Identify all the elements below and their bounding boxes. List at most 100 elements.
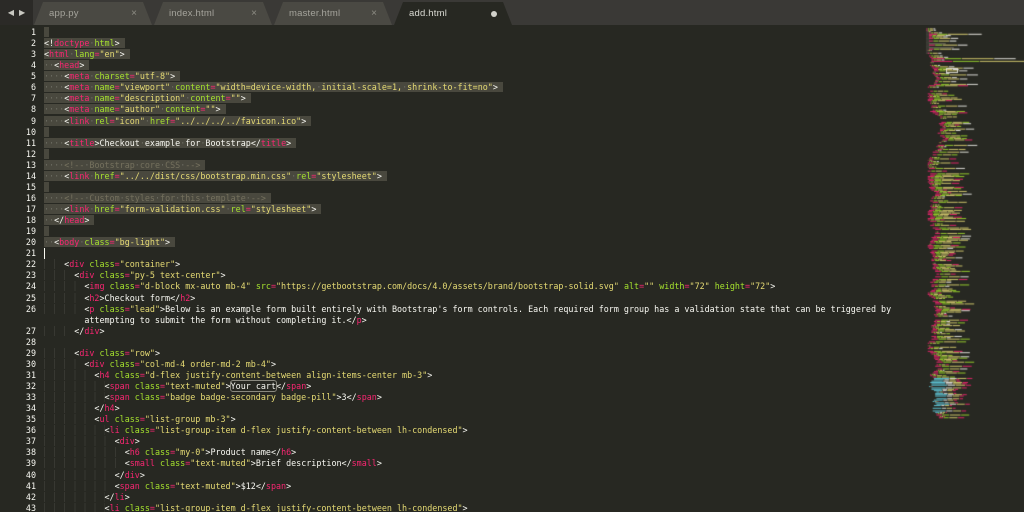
line-number[interactable]: 17 bbox=[0, 204, 36, 215]
line-number[interactable]: 20 bbox=[0, 237, 36, 248]
line-number[interactable]: 10 bbox=[0, 127, 36, 138]
code-row: ····<link·href="../../dist/css/bootstrap… bbox=[44, 171, 924, 182]
code-row: <span class="text-muted">$12</span> bbox=[44, 481, 924, 492]
code-row bbox=[44, 149, 924, 160]
code-row: ····<link·href="form-validation.css"·rel… bbox=[44, 204, 924, 215]
line-number[interactable]: 9 bbox=[0, 116, 36, 127]
code-row: ····<!--·Bootstrap·core·CSS·--> bbox=[44, 160, 924, 171]
line-number[interactable]: 23 bbox=[0, 270, 36, 281]
code-row: ····<title>Checkout·example·for·Bootstra… bbox=[44, 138, 924, 149]
line-number[interactable]: 3 bbox=[0, 49, 36, 60]
code-row: ··<body·class="bg-light"> bbox=[44, 237, 924, 248]
code-row: ····<meta·name="description"·content=""> bbox=[44, 93, 924, 104]
line-number[interactable]: 11 bbox=[0, 138, 36, 149]
tab-label: master.html bbox=[289, 8, 371, 19]
code-row: <div class="container"> bbox=[44, 259, 924, 270]
tab-strip: app.py × index.html × master.html × add.… bbox=[34, 0, 514, 25]
code-row: </div> bbox=[44, 470, 924, 481]
line-number[interactable]: 21 bbox=[0, 248, 36, 259]
line-number[interactable]: 2 bbox=[0, 38, 36, 49]
line-number[interactable]: 4 bbox=[0, 60, 36, 71]
line-number[interactable]: 28 bbox=[0, 337, 36, 348]
code-row: <small class="text-muted">Brief descript… bbox=[44, 458, 924, 469]
line-number[interactable]: 15 bbox=[0, 182, 36, 193]
line-number[interactable]: 36 bbox=[0, 425, 36, 436]
line-number[interactable]: 26 bbox=[0, 304, 36, 315]
modified-dot-icon bbox=[491, 11, 497, 17]
line-number[interactable]: 5 bbox=[0, 71, 36, 82]
tab-close-icon[interactable]: × bbox=[131, 8, 137, 19]
line-number[interactable]: 33 bbox=[0, 392, 36, 403]
code-row: <p class="lead">Below is an example form… bbox=[44, 304, 924, 315]
line-number[interactable]: 12 bbox=[0, 149, 36, 160]
code-row: <span class="badge badge-secondary badge… bbox=[44, 392, 924, 403]
tab-index-html[interactable]: index.html × bbox=[154, 2, 272, 25]
code-row bbox=[44, 248, 924, 259]
code-editor[interactable]: 1234567891011121314151617181920212223242… bbox=[0, 25, 1024, 512]
code-row: <ul class="list-group mb-3"> bbox=[44, 414, 924, 425]
tab-bar: ◀ ▶ app.py × index.html × master.html × … bbox=[0, 0, 1024, 25]
code-row: ····<meta·name="viewport"·content="width… bbox=[44, 82, 924, 93]
line-number[interactable]: 8 bbox=[0, 104, 36, 115]
line-number[interactable]: 16 bbox=[0, 193, 36, 204]
tab-add-html[interactable]: add.html bbox=[394, 2, 512, 25]
code-row: <img class="d-block mx-auto mb-4" src="h… bbox=[44, 281, 924, 292]
line-number[interactable]: 6 bbox=[0, 82, 36, 93]
code-row: ····<meta·name="author"·content=""> bbox=[44, 104, 924, 115]
line-number[interactable]: 43 bbox=[0, 503, 36, 512]
line-number[interactable]: 24 bbox=[0, 281, 36, 292]
line-number[interactable]: 40 bbox=[0, 470, 36, 481]
minimap[interactable] bbox=[925, 27, 1024, 512]
tab-label: add.html bbox=[409, 8, 491, 19]
line-number[interactable]: 42 bbox=[0, 492, 36, 503]
line-number[interactable]: 34 bbox=[0, 403, 36, 414]
code-row: ····<!--·Custom·styles·for·this·template… bbox=[44, 193, 924, 204]
code-content[interactable]: <!doctype·html> <html·lang="en"> ··<head… bbox=[44, 27, 924, 512]
nav-back-icon[interactable]: ◀ bbox=[8, 8, 14, 17]
line-number[interactable]: 29 bbox=[0, 348, 36, 359]
line-number[interactable]: 22 bbox=[0, 259, 36, 270]
code-row bbox=[44, 182, 924, 193]
line-number[interactable]: 14 bbox=[0, 171, 36, 182]
code-row: </div> bbox=[44, 326, 924, 337]
line-number[interactable]: 25 bbox=[0, 293, 36, 304]
tab-master-html[interactable]: master.html × bbox=[274, 2, 392, 25]
line-number[interactable]: 41 bbox=[0, 481, 36, 492]
line-number[interactable]: 35 bbox=[0, 414, 36, 425]
code-row: <h6 class="my-0">Product name</h6> bbox=[44, 447, 924, 458]
line-number[interactable]: 39 bbox=[0, 458, 36, 469]
line-number[interactable]: 18 bbox=[0, 215, 36, 226]
line-number[interactable]: 19 bbox=[0, 226, 36, 237]
code-row: ····<link·rel="icon"·href="../../../../f… bbox=[44, 116, 924, 127]
code-row: <li class="list-group-item d-flex justif… bbox=[44, 425, 924, 436]
tab-close-icon[interactable]: × bbox=[371, 8, 377, 19]
tab-label: index.html bbox=[169, 8, 251, 19]
line-number[interactable]: 37 bbox=[0, 436, 36, 447]
line-number[interactable]: 13 bbox=[0, 160, 36, 171]
line-number[interactable]: 31 bbox=[0, 370, 36, 381]
line-number-gutter: 1234567891011121314151617181920212223242… bbox=[0, 27, 36, 512]
line-number[interactable]: 38 bbox=[0, 447, 36, 458]
code-row: <!doctype·html> bbox=[44, 38, 924, 49]
code-row: <div class="col-md-4 order-md-2 mb-4"> bbox=[44, 359, 924, 370]
code-row: <h2>Checkout form</h2> bbox=[44, 293, 924, 304]
tab-close-icon[interactable]: × bbox=[251, 8, 257, 19]
line-number[interactable]: 7 bbox=[0, 93, 36, 104]
code-row: <div class="py-5 text-center"> bbox=[44, 270, 924, 281]
code-row: ····<meta·charset="utf-8"> bbox=[44, 71, 924, 82]
code-row bbox=[44, 27, 924, 38]
code-row: </h4> bbox=[44, 403, 924, 414]
code-row: ··</head> bbox=[44, 215, 924, 226]
line-number[interactable]: 27 bbox=[0, 326, 36, 337]
nav-forward-icon[interactable]: ▶ bbox=[19, 8, 25, 17]
line-number[interactable]: 1 bbox=[0, 27, 36, 38]
code-row: </li> bbox=[44, 492, 924, 503]
line-number[interactable] bbox=[0, 315, 36, 326]
line-number[interactable]: 30 bbox=[0, 359, 36, 370]
code-row: ··<head> bbox=[44, 60, 924, 71]
tab-app-py[interactable]: app.py × bbox=[34, 2, 152, 25]
line-number[interactable]: 32 bbox=[0, 381, 36, 392]
text-caret bbox=[44, 248, 45, 259]
code-row: <h4 class="d-flex justify-content-betwee… bbox=[44, 370, 924, 381]
code-row: <html·lang="en"> bbox=[44, 49, 924, 60]
